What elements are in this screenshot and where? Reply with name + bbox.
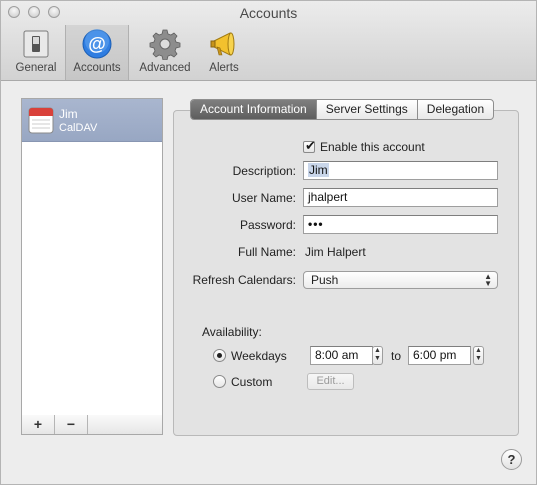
toolbar-accounts-label: Accounts: [73, 62, 121, 74]
username-label: User Name:: [231, 191, 296, 205]
toolbar-alerts-label: Alerts: [209, 62, 239, 74]
help-button[interactable]: ?: [501, 449, 522, 470]
toolbar-general-label: General: [15, 62, 57, 74]
radio-selected-dot: [217, 353, 222, 358]
start-time-field[interactable]: 8:00 am: [310, 346, 373, 365]
toolbar-alerts[interactable]: Alerts: [200, 25, 248, 80]
custom-label: Custom: [231, 375, 273, 389]
description-label: Description:: [232, 164, 296, 178]
tab-account-information[interactable]: Account Information: [191, 100, 317, 119]
account-row-jim[interactable]: Jim CalDAV: [22, 99, 162, 142]
tab-delegation[interactable]: Delegation: [418, 100, 493, 119]
account-type: CalDAV: [59, 122, 98, 134]
refresh-calendars-label: Refresh Calendars:: [192, 273, 296, 287]
popup-arrows-icon: ▲ ▼: [484, 272, 492, 288]
start-time-stepper[interactable]: ▲ ▼: [372, 346, 383, 365]
toolbar-advanced[interactable]: Advanced: [133, 25, 197, 80]
tab-server-settings[interactable]: Server Settings: [317, 100, 418, 119]
calendar-icon: [28, 107, 54, 134]
toolbar-advanced-label: Advanced: [139, 62, 191, 74]
custom-radio[interactable]: [213, 375, 226, 388]
accounts-list-buttons: + −: [21, 415, 163, 435]
add-account-button[interactable]: +: [22, 415, 55, 434]
end-time-stepper[interactable]: ▲ ▼: [473, 346, 484, 365]
refresh-calendars-value: Push: [311, 273, 339, 287]
fullname-value: Jim Halpert: [305, 245, 366, 259]
remove-account-button[interactable]: −: [55, 415, 88, 434]
description-field[interactable]: Jim: [303, 161, 498, 180]
gear-icon: [149, 29, 181, 60]
checkmark-icon: ✔: [305, 138, 316, 153]
account-name: Jim: [59, 107, 78, 121]
description-value: Jim: [308, 163, 329, 177]
accounts-list: Jim CalDAV: [21, 98, 163, 416]
megaphone-icon: [210, 32, 235, 56]
edit-availability-button[interactable]: Edit...: [307, 373, 354, 390]
end-time-field[interactable]: 6:00 pm: [408, 346, 471, 365]
to-label: to: [391, 349, 402, 363]
password-field[interactable]: •••: [303, 215, 498, 234]
at-sign-icon: @: [82, 29, 112, 59]
account-tabs: Account Information Server Settings Dele…: [190, 99, 495, 120]
toolbar-accounts[interactable]: @ Accounts: [65, 25, 129, 80]
accounts-window: Accounts General @ Accounts Advanced Ale…: [0, 0, 537, 485]
weekdays-radio[interactable]: [213, 349, 226, 362]
window-title: Accounts: [239, 5, 298, 21]
weekdays-label: Weekdays: [231, 349, 287, 363]
password-label: Password:: [239, 218, 296, 232]
refresh-calendars-popup[interactable]: Push ▲ ▼: [303, 271, 498, 289]
title-toolbar: Accounts General @ Accounts Advanced Ale…: [1, 1, 536, 81]
fullname-label: Full Name:: [237, 245, 296, 259]
toolbar-general[interactable]: General: [9, 25, 63, 80]
enable-account-checkbox[interactable]: ✔: [303, 138, 316, 153]
enable-account-label: Enable this account: [320, 140, 425, 154]
availability-label: Availability:: [202, 325, 262, 339]
general-switch-icon: [23, 30, 49, 58]
username-field[interactable]: jhalpert: [303, 188, 498, 207]
svg-text:@: @: [88, 34, 106, 54]
